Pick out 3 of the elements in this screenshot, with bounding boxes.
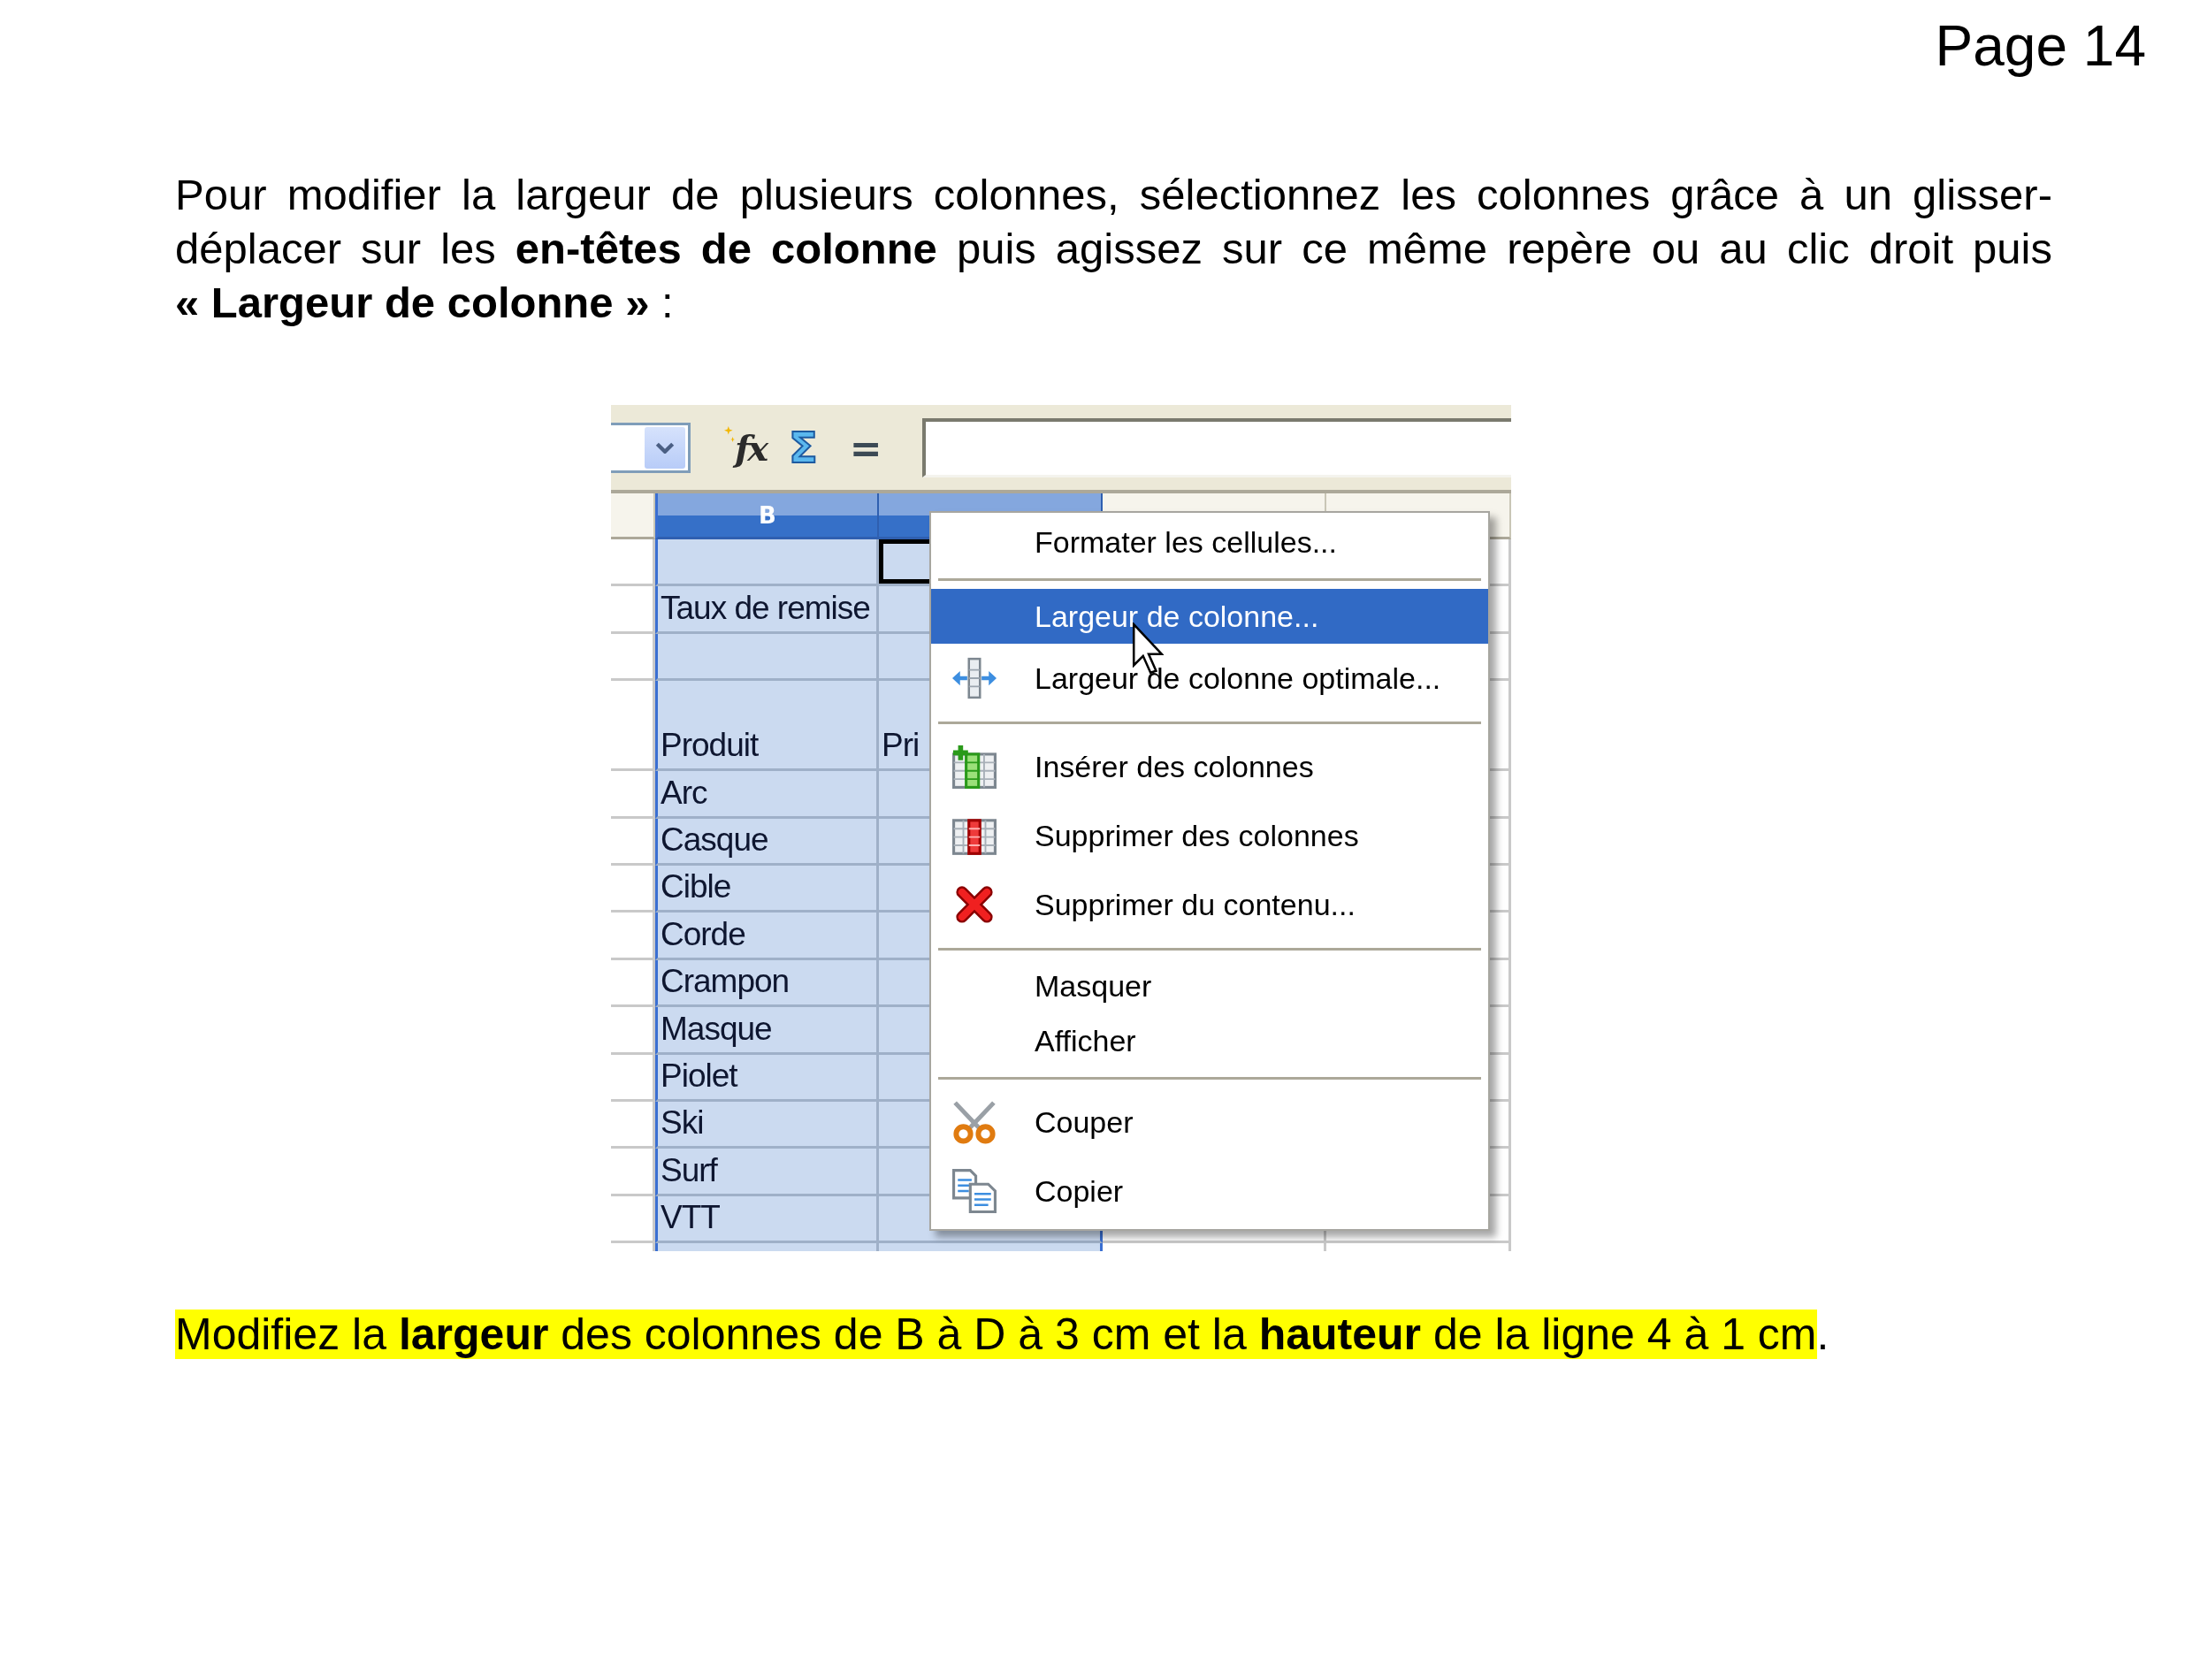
cell-text: Pri	[882, 726, 920, 766]
instruction-paragraph: Pour modifier la largeur de plusieurs colonnes, sélectionnez les colonnes grâce à un glisser-déplacer sur les en-têtes de colonne puis agissez sur ce même repère ou au clic droit puis « Largeur de colonne » :	[175, 170, 2052, 328]
page-number: Page 14	[1935, 13, 2146, 80]
